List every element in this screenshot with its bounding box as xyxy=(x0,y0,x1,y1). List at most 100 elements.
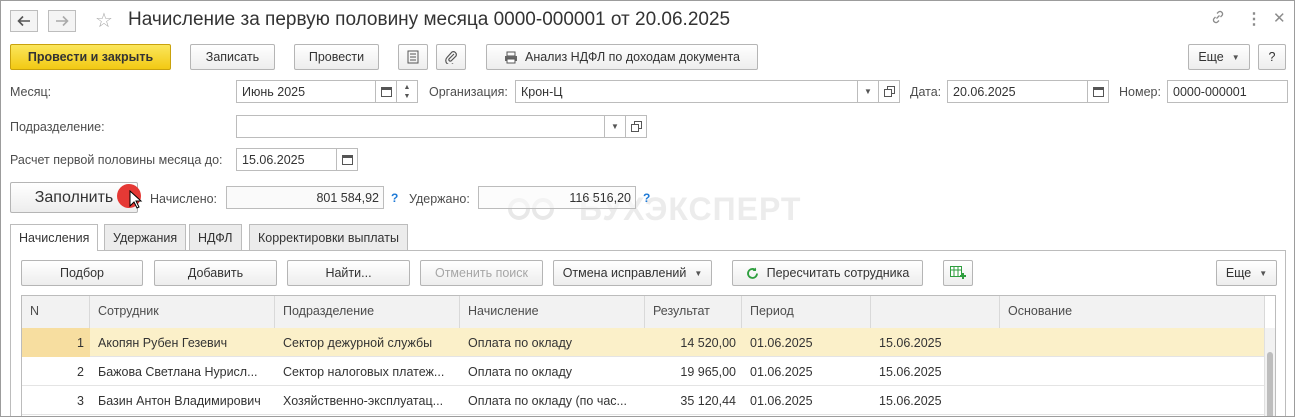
column-header-basis[interactable]: Основание xyxy=(1000,296,1265,328)
cell-employee: Бажова Светлана Нурисл... xyxy=(98,365,258,379)
tab-ndfl[interactable]: НДФЛ xyxy=(189,224,242,250)
recalc-employee-button[interactable]: Пересчитать сотрудника xyxy=(732,260,923,286)
cell-basis xyxy=(1000,386,1265,415)
date-input[interactable]: 20.06.2025 xyxy=(947,80,1088,103)
ndfl-analysis-button[interactable]: Анализ НДФЛ по доходам документа xyxy=(486,44,758,70)
division-input[interactable] xyxy=(236,115,605,138)
organization-input[interactable]: Крон-Ц xyxy=(515,80,858,103)
table-row[interactable]: 3 Базин Антон Владимирович Хозяйственно-… xyxy=(22,386,1265,415)
date-calendar-button[interactable] xyxy=(1087,80,1109,103)
division-open-button[interactable] xyxy=(625,115,647,138)
report-button[interactable] xyxy=(398,44,428,70)
attach-button[interactable] xyxy=(436,44,466,70)
withheld-value: 116 516,20 xyxy=(478,186,636,209)
cell-accrual: Оплата по окладу xyxy=(468,336,573,350)
column-header-division[interactable]: Подразделение xyxy=(275,296,460,328)
cell-division: Хозяйственно-эксплуатац... xyxy=(283,394,444,408)
cancel-search-button[interactable]: Отменить поиск xyxy=(420,260,543,286)
document-window: ☆ Начисление за первую половину месяца 0… xyxy=(0,0,1295,417)
date-label: Дата: xyxy=(910,85,942,99)
accruals-table[interactable]: N Сотрудник Подразделение Начисление Рез… xyxy=(21,295,1276,416)
cell-period-end: 15.06.2025 xyxy=(879,365,942,379)
save-button[interactable]: Записать xyxy=(190,44,275,70)
column-header-accrual[interactable]: Начисление xyxy=(460,296,645,328)
stepper-down-icon[interactable]: ▼ xyxy=(404,92,411,101)
cell-accrual: Оплата по окладу xyxy=(468,365,573,379)
chevron-down-icon: ▼ xyxy=(864,87,872,96)
withheld-label: Удержано: xyxy=(409,192,470,206)
refresh-icon xyxy=(746,267,758,279)
column-header-employee[interactable]: Сотрудник xyxy=(90,296,275,328)
cell-employee: Базин Антон Владимирович xyxy=(98,394,261,408)
more-button[interactable]: Еще ▼ xyxy=(1188,44,1250,70)
withheld-help-link[interactable]: ? xyxy=(643,191,650,205)
accrued-help-link[interactable]: ? xyxy=(391,191,398,205)
help-button[interactable]: ? xyxy=(1258,44,1286,70)
post-and-close-button[interactable]: Провести и закрыть xyxy=(10,44,171,70)
cell-division: Сектор дежурной службы xyxy=(283,336,433,350)
calc-until-label: Расчет первой половины месяца до: xyxy=(10,153,223,167)
mouse-cursor-icon xyxy=(129,190,143,209)
number-input[interactable]: 0000-000001 xyxy=(1167,80,1288,103)
find-button[interactable]: Найти... xyxy=(287,260,410,286)
calc-until-calendar-button[interactable] xyxy=(336,148,358,171)
back-button[interactable] xyxy=(10,10,38,32)
column-header-period-end[interactable] xyxy=(871,296,1000,328)
organization-dropdown-button[interactable]: ▼ xyxy=(857,80,879,103)
table-row[interactable]: 2 Бажова Светлана Нурисл... Сектор налог… xyxy=(22,357,1265,386)
chevron-down-icon: ▼ xyxy=(1231,52,1240,62)
month-calendar-button[interactable] xyxy=(375,80,397,103)
organization-open-button[interactable] xyxy=(878,80,900,103)
scrollbar-thumb[interactable] xyxy=(1267,352,1273,416)
forward-button[interactable] xyxy=(48,10,76,32)
column-header-n[interactable]: N xyxy=(22,296,90,328)
month-input[interactable]: Июнь 2025 xyxy=(236,80,376,103)
table-more-button[interactable]: Еще ▼ xyxy=(1216,260,1277,286)
cell-period-start: 01.06.2025 xyxy=(750,394,813,408)
calc-until-input[interactable]: 15.06.2025 xyxy=(236,148,337,171)
cell-division: Сектор налоговых платеж... xyxy=(283,365,445,379)
cell-period-start: 01.06.2025 xyxy=(750,365,813,379)
column-header-period[interactable]: Период xyxy=(742,296,871,328)
cell-period-end: 15.06.2025 xyxy=(879,394,942,408)
add-button[interactable]: Добавить xyxy=(154,260,277,286)
tab-deductions[interactable]: Удержания xyxy=(104,224,187,250)
window-title: Начисление за первую половину месяца 000… xyxy=(128,9,731,30)
cell-result: 14 520,00 xyxy=(680,336,736,350)
link-icon[interactable] xyxy=(1210,9,1226,30)
stepper-up-icon[interactable]: ▲ xyxy=(404,83,411,92)
table-row[interactable]: 1 Акопян Рубен Гезевич Сектор дежурной с… xyxy=(22,328,1265,357)
pick-button[interactable]: Подбор xyxy=(21,260,143,286)
table-scrollbar[interactable] xyxy=(1264,328,1275,416)
tab-accruals[interactable]: Начисления xyxy=(10,224,99,251)
month-label: Месяц: xyxy=(10,85,52,99)
close-icon[interactable]: ✕ xyxy=(1273,9,1286,27)
cell-n: 1 xyxy=(22,328,90,357)
more-label: Еще xyxy=(1198,50,1224,64)
tab-payment-corrections[interactable]: Корректировки выплаты xyxy=(249,224,408,250)
division-dropdown-button[interactable]: ▼ xyxy=(604,115,626,138)
cell-accrual: Оплата по окладу (по час... xyxy=(468,394,627,408)
chevron-down-icon: ▼ xyxy=(694,268,703,278)
post-button[interactable]: Провести xyxy=(294,44,379,70)
cell-n: 2 xyxy=(77,365,84,379)
cell-employee: Акопян Рубен Гезевич xyxy=(98,336,228,350)
chevron-down-icon: ▼ xyxy=(1259,268,1268,278)
more-vert-icon[interactable]: ⋮ xyxy=(1246,9,1262,29)
cell-result: 35 120,44 xyxy=(680,394,736,408)
calendar-icon xyxy=(380,87,392,97)
favorite-star-icon[interactable]: ☆ xyxy=(95,8,113,33)
cell-basis xyxy=(1000,328,1265,357)
cancel-corrections-button[interactable]: Отмена исправлений ▼ xyxy=(553,260,712,286)
column-header-result[interactable]: Результат xyxy=(645,296,742,328)
cell-period-end: 15.06.2025 xyxy=(879,336,942,350)
organization-label: Организация: xyxy=(429,85,508,99)
open-window-icon xyxy=(630,121,642,132)
division-label: Подразделение: xyxy=(10,120,105,134)
arrow-left-icon xyxy=(17,15,30,27)
accrued-value: 801 584,92 xyxy=(226,186,384,209)
ndfl-analysis-label: Анализ НДФЛ по доходам документа xyxy=(524,50,740,64)
add-table-button[interactable] xyxy=(943,260,973,286)
table-more-label: Еще xyxy=(1225,266,1252,280)
month-stepper[interactable]: ▲ ▼ xyxy=(396,80,418,103)
